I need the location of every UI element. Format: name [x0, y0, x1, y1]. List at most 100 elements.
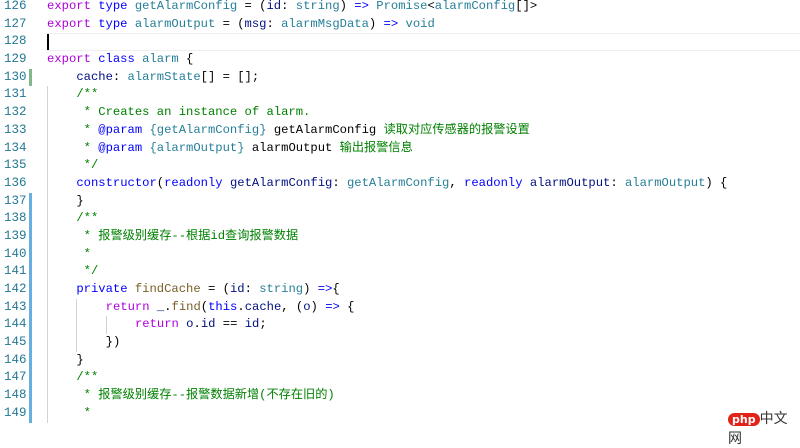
modified-line-marker[interactable] [29, 263, 32, 281]
code-text: } [76, 193, 83, 211]
modified-line-marker[interactable] [29, 227, 32, 246]
code-line[interactable]: 143 return _.find(this.cache, (o) => { [0, 298, 800, 317]
added-line-marker[interactable] [29, 68, 32, 87]
code-token: {alarmOutput} [149, 140, 245, 155]
indent-guide [47, 316, 48, 335]
code-text: constructor(readonly getAlarmConfig: get… [76, 175, 727, 193]
code-text: return o.id == id; [135, 316, 267, 334]
code-line[interactable]: 131 /** [0, 86, 800, 105]
code-token: id [200, 317, 216, 332]
modified-line-marker[interactable] [29, 404, 32, 423]
code-line[interactable]: 146} [0, 351, 800, 370]
line-number: 134 [4, 140, 27, 155]
code-line[interactable]: 134 * @param {alarmOutput} alarmOutput 输… [0, 139, 800, 158]
code-token: = ( [237, 0, 267, 13]
code-line[interactable]: 144 return o.id == id; [0, 316, 800, 335]
code-token: @param [98, 122, 143, 137]
code-line[interactable]: 138 /** [0, 210, 800, 228]
code-token: : [281, 0, 296, 13]
code-line[interactable]: 133 * @param {getAlarmConfig} getAlarmCo… [0, 121, 800, 140]
code-line[interactable]: 135 */ [0, 157, 800, 175]
code-token: alarmConfig [434, 0, 516, 13]
code-line[interactable]: 137} [0, 192, 800, 211]
code-token: < [427, 0, 435, 13]
code-token: * [76, 140, 99, 155]
code-token: . [237, 299, 245, 314]
php-logo: php [728, 413, 760, 426]
modified-line-marker[interactable] [29, 351, 32, 370]
modified-line-marker[interactable] [29, 334, 32, 352]
code-line[interactable]: 149 * [0, 404, 800, 423]
code-line[interactable]: 141 */ [0, 263, 800, 281]
code-text: export type getAlarmConfig = (id: string… [47, 0, 537, 16]
code-line[interactable]: 128 [0, 33, 800, 52]
code-text: * [76, 246, 91, 264]
code-token: readonly [164, 175, 223, 190]
indent-guide [47, 245, 48, 264]
modified-line-marker[interactable] [29, 298, 32, 317]
indent-guide [47, 174, 48, 193]
code-token: id [229, 282, 245, 296]
code-token: ) [303, 282, 318, 296]
code-token: : [244, 282, 260, 296]
indent-guide [47, 404, 48, 423]
code-line[interactable]: 142 private findCache = (id: string) =>{ [0, 281, 800, 299]
code-token: } [76, 352, 84, 367]
line-number: 143 [4, 299, 27, 314]
modified-line-marker[interactable] [29, 387, 32, 405]
code-line[interactable]: 130 cache: alarmState[] = []; [0, 68, 800, 87]
line-number: 144 [4, 317, 27, 332]
code-token: ) [368, 16, 384, 31]
indent-guide [47, 210, 48, 228]
code-token: find [171, 299, 201, 314]
code-token: constructor [76, 175, 157, 190]
code-line[interactable]: 126 export type getAlarmConfig = (id: str… [0, 0, 800, 16]
code-line[interactable]: 136 constructor(readonly getAlarmConfig: … [0, 174, 800, 193]
code-token: { [178, 52, 194, 67]
code-token: Promise [376, 0, 428, 13]
code-token: * 报警级别缓存--报警数据新增(不存在旧的) [76, 388, 335, 403]
watermark: php 中文网 [728, 408, 800, 448]
code-line[interactable]: 147 /** [0, 369, 800, 388]
code-token: this [208, 299, 238, 314]
code-text: /** [76, 210, 98, 228]
code-token: ( [200, 299, 209, 314]
modified-line-marker[interactable] [29, 192, 32, 211]
code-line[interactable]: 148 * 报警级别缓存--报警数据新增(不存在旧的) [0, 387, 800, 405]
modified-line-marker[interactable] [29, 245, 32, 264]
code-line[interactable]: 132 * Creates an instance of alarm. [0, 104, 800, 122]
code-token: msg [244, 16, 267, 31]
modified-line-marker[interactable] [29, 210, 32, 228]
code-token: cache [76, 69, 113, 84]
line-number: 131 [4, 87, 27, 102]
code-token: class [98, 52, 135, 67]
code-token: /** [76, 370, 99, 385]
code-token: alarmOutput [624, 175, 706, 190]
code-token: * [76, 246, 91, 261]
code-token: */ [76, 158, 99, 173]
indent-guide [76, 298, 78, 317]
code-token: findCache [134, 282, 201, 296]
code-editor[interactable]: 126 export type getAlarmConfig = (id: str… [0, 0, 800, 423]
modified-line-marker[interactable] [29, 369, 32, 388]
code-text: */ [76, 263, 99, 281]
code-line[interactable]: 145}) [0, 334, 800, 352]
code-token: * [76, 405, 91, 420]
code-line[interactable]: 139 * 报警级别缓存--根据id查询报警数据 [0, 227, 800, 246]
code-text: export type alarmOutput = (msg: alarmMsg… [47, 16, 435, 34]
code-line[interactable]: 140 * [0, 245, 800, 264]
indent-guide [105, 316, 107, 335]
code-token: : [112, 69, 128, 84]
code-line[interactable]: 127 export type alarmOutput = (msg: alarm… [0, 16, 800, 34]
indent-guide [76, 334, 78, 352]
code-line[interactable]: 129 export class alarm { [0, 51, 800, 69]
code-token: = ( [200, 282, 230, 296]
code-text: * @param {getAlarmConfig} getAlarmConfig… [76, 122, 530, 140]
indent-guide [47, 121, 48, 140]
code-token: */ [76, 264, 99, 279]
modified-line-marker[interactable] [29, 281, 32, 299]
modified-line-marker[interactable] [29, 316, 32, 335]
code-token: type [98, 16, 128, 31]
